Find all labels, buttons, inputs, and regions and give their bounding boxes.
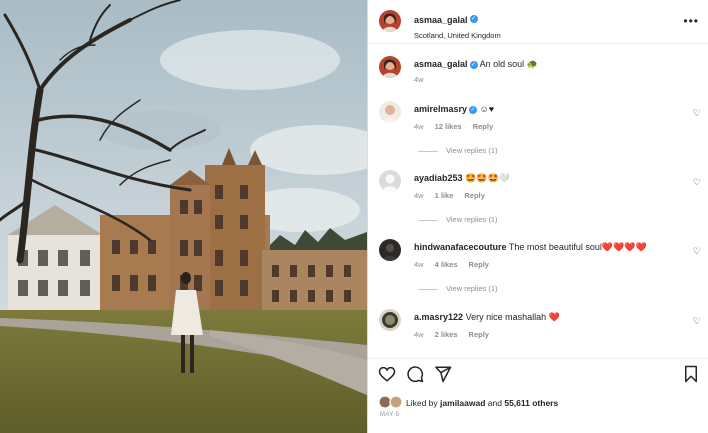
comment-likes[interactable]: 12 likes	[435, 122, 462, 131]
comment-text-line: a.masry122 Very nice mashallah ❤️	[414, 312, 560, 323]
bookmark-icon[interactable]	[683, 365, 699, 388]
comment-meta: 4w 12 likes Reply	[414, 122, 504, 131]
comment-likes[interactable]: 4 likes	[435, 260, 458, 269]
reply-button[interactable]: Reply	[469, 260, 489, 269]
view-replies-label: View replies (1)	[446, 146, 498, 155]
view-replies-label: View replies (1)	[446, 215, 498, 224]
castle-photo-illustration	[0, 0, 367, 433]
comment-time[interactable]: 4w	[414, 260, 424, 269]
author-block: asmaa_galal ✓ Scotland, United Kingdom	[414, 10, 501, 40]
comment-meta: 4w 4 likes Reply	[414, 260, 500, 269]
view-replies-button[interactable]: View replies (1)	[418, 146, 498, 155]
comment-time[interactable]: 4w	[414, 330, 424, 339]
caption-time[interactable]: 4w	[414, 75, 424, 84]
send-icon[interactable]	[434, 365, 452, 388]
reply-button[interactable]: Reply	[464, 191, 484, 200]
commenter-avatar[interactable]	[379, 309, 401, 331]
comment-text: 🤩🤩🤩🤍	[465, 173, 510, 183]
comment-text-line: ayadiab253 🤩🤩🤩🤍	[414, 173, 510, 184]
comment-time[interactable]: 4w	[414, 191, 424, 200]
post-actions: Liked by jamilaawad and 55,611 others MA…	[368, 358, 708, 433]
liked-by-user[interactable]: jamilaawad	[440, 398, 485, 408]
view-replies-button[interactable]: View replies (1)	[418, 284, 498, 293]
comment-meta: 4w 1 like Reply	[414, 191, 496, 200]
heart-icon[interactable]	[378, 365, 396, 388]
comment-username[interactable]: ayadiab253	[414, 173, 463, 183]
caption-meta: 4w	[414, 75, 435, 84]
view-replies-button[interactable]: View replies (1)	[418, 215, 498, 224]
commenter-avatar[interactable]	[379, 239, 401, 261]
comment-time[interactable]: 4w	[414, 122, 424, 131]
comment-like-heart-icon[interactable]: ♡	[693, 316, 701, 327]
caption-text: An old soul	[479, 59, 525, 69]
comment-text-line: hindwanafacecouture The most beautiful s…	[414, 242, 647, 253]
view-replies-line	[418, 219, 438, 221]
comment-username[interactable]: amirelmasry	[414, 104, 467, 114]
liked-by-and: and	[487, 398, 502, 408]
comment-likes[interactable]: 2 likes	[435, 330, 458, 339]
comment-username[interactable]: a.masry122	[414, 312, 463, 322]
caption-avatar[interactable]	[379, 56, 401, 78]
likes-others-count[interactable]: 55,611 others	[504, 398, 558, 408]
comment-text: The most beautiful soul❤️❤️❤️❤️	[508, 242, 647, 252]
comment-meta: 4w 2 likes Reply	[414, 330, 500, 339]
caption-emoji: 🐢	[526, 59, 538, 69]
post-panel: asmaa_galal ✓ Scotland, United Kingdom ••…	[367, 0, 708, 433]
comment-likes[interactable]: 1 like	[435, 191, 454, 200]
commenter-avatar[interactable]	[379, 170, 401, 192]
comment-icon[interactable]	[406, 365, 424, 388]
post-photo[interactable]	[0, 0, 367, 433]
view-replies-line	[418, 150, 438, 152]
post-date[interactable]: MAY 5	[380, 412, 399, 418]
comment-like-heart-icon[interactable]: ♡	[693, 177, 701, 188]
comment-text: ☺♥	[479, 104, 495, 114]
view-replies-label: View replies (1)	[446, 284, 498, 293]
reply-button[interactable]: Reply	[473, 122, 493, 131]
comment-like-heart-icon[interactable]: ♡	[693, 246, 701, 257]
commenter-avatar[interactable]	[379, 101, 401, 123]
liked-by-line: Liked by jamilaawad and 55,611 others	[406, 398, 558, 408]
comment-username[interactable]: hindwanafacecouture	[414, 242, 507, 252]
comment-text: Very nice mashallah ❤️	[465, 312, 560, 322]
caption-text-line: asmaa_galal ✓ An old soul 🐢	[414, 59, 538, 70]
verified-badge-icon: ✓	[469, 14, 478, 23]
verified-badge-icon: ✓	[469, 105, 478, 114]
liked-by-avatar-stack	[378, 395, 403, 409]
comment-text-line: amirelmasry ✓ ☺♥	[414, 104, 494, 114]
post-header: asmaa_galal ✓ Scotland, United Kingdom ••…	[368, 0, 708, 44]
post-location[interactable]: Scotland, United Kingdom	[414, 31, 501, 40]
author-username[interactable]: asmaa_galal	[414, 15, 468, 25]
more-options-icon[interactable]: •••	[683, 14, 699, 28]
caption-username[interactable]: asmaa_galal	[414, 59, 468, 69]
comment-like-heart-icon[interactable]: ♡	[693, 108, 701, 119]
reply-button[interactable]: Reply	[469, 330, 489, 339]
verified-badge-icon: ✓	[469, 60, 478, 69]
view-replies-line	[418, 288, 438, 290]
liked-by-prefix: Liked by	[406, 398, 438, 408]
author-avatar[interactable]	[379, 10, 401, 32]
